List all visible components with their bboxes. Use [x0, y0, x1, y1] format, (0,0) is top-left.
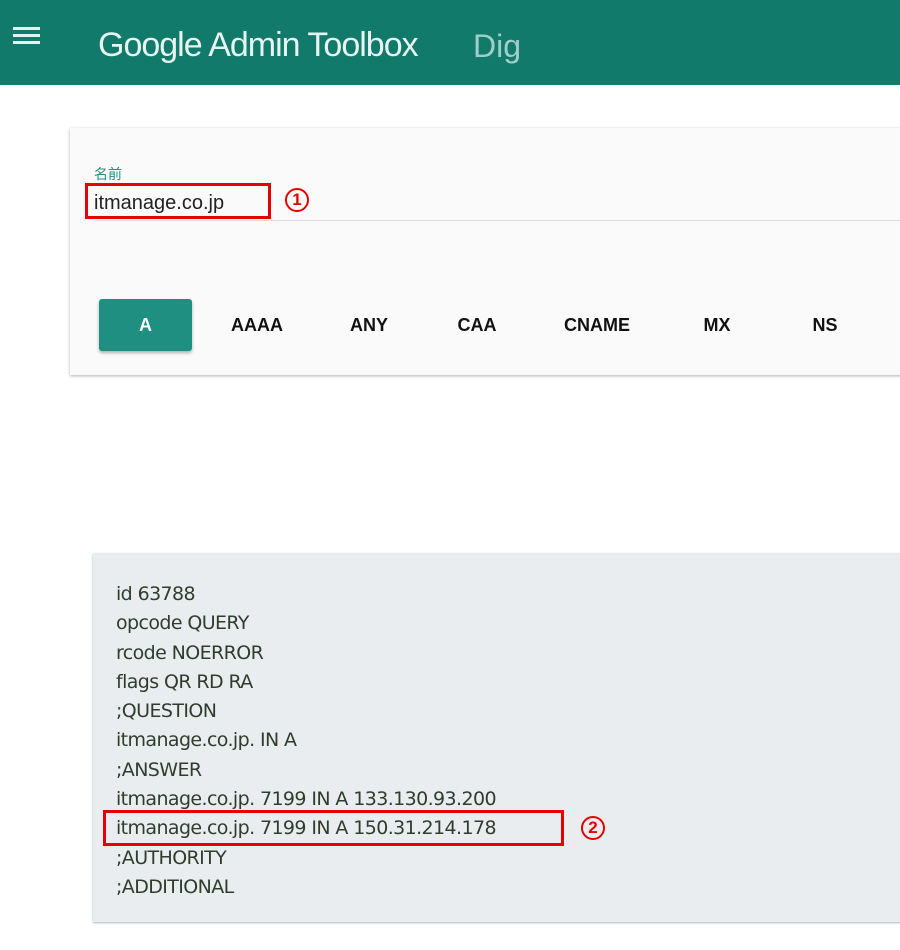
hamburger-menu-icon[interactable] — [13, 27, 40, 47]
result-line: ;ANSWER — [116, 758, 202, 781]
result-lines: id 63788 opcode QUERY rcode NOERROR flag… — [116, 580, 497, 902]
app-title: Google Admin Toolbox — [98, 26, 419, 64]
record-type-cname-button[interactable]: CNAME — [547, 299, 647, 351]
record-type-a-button[interactable]: A — [99, 299, 192, 351]
dig-result-panel: id 63788 opcode QUERY rcode NOERROR flag… — [93, 553, 900, 922]
record-type-any-button[interactable]: ANY — [319, 299, 419, 351]
record-type-mx-button[interactable]: MX — [667, 299, 767, 351]
result-line: id 63788 — [116, 583, 196, 605]
result-line: ;QUESTION — [116, 700, 217, 723]
result-line: rcode NOERROR — [116, 641, 264, 664]
query-card: 名前 A AAAA ANY CAA CNAME MX NS — [70, 128, 900, 375]
annotation-marker-1: 1 — [285, 188, 309, 212]
record-type-aaaa-button[interactable]: AAAA — [207, 299, 307, 351]
result-line: opcode QUERY — [116, 612, 249, 635]
result-line: flags QR RD RA — [116, 670, 253, 693]
record-type-caa-button[interactable]: CAA — [427, 299, 527, 351]
tool-name: Dig — [473, 28, 522, 64]
highlight-box-answer — [103, 810, 564, 846]
result-line: ;ADDITIONAL — [116, 875, 234, 898]
result-line: ;AUTHORITY — [116, 846, 227, 869]
record-type-ns-button[interactable]: NS — [775, 299, 875, 351]
name-label: 名前 — [94, 166, 122, 182]
highlight-box-input — [85, 183, 271, 219]
app-header: Google Admin Toolbox Dig — [0, 0, 900, 85]
annotation-marker-2: 2 — [581, 816, 605, 840]
result-line: itmanage.co.jp. IN A — [116, 729, 297, 752]
